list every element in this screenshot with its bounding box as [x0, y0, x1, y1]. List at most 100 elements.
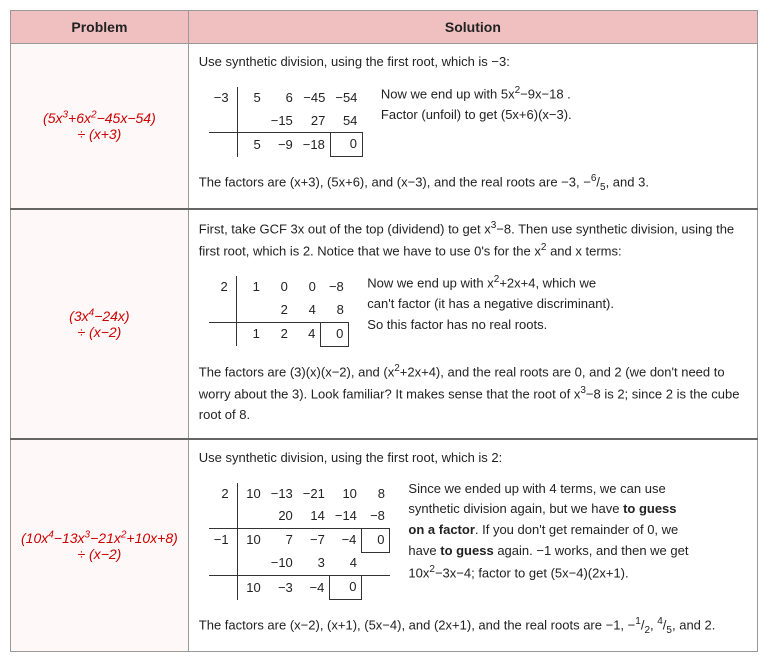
solution-intro: First, take GCF 3x out of the top (divid… [199, 218, 747, 262]
synth-cell: 54 [330, 110, 362, 133]
synth-cell [209, 505, 238, 528]
synth-cell [209, 299, 237, 322]
synth-cell: −8 [321, 276, 349, 299]
synth-note: Since we ended up with 4 terms, we can u… [408, 477, 747, 584]
synth-cell [238, 110, 266, 133]
solution-conclusion: The factors are (x−2), (x+1), (5x−4), an… [199, 614, 747, 639]
synth-cell: −3 [266, 576, 298, 600]
table-row: (10x4−13x3−21x2+10x+8)÷ (x−2) Use synthet… [11, 439, 758, 652]
synth-left: 2 100−82481240 [199, 270, 350, 352]
synth-cell: 4 [293, 322, 321, 346]
synth-cell: −9 [266, 133, 298, 157]
synth-cell: −4 [298, 576, 330, 600]
solution-cell: Use synthetic division, using the first … [188, 439, 757, 652]
synth-note-line: have to guess again. −1 works, and then … [408, 541, 747, 562]
synth-cell: 1 [237, 322, 265, 346]
problem-expression: (3x4−24x) [69, 308, 129, 324]
synth-cell: 7 [266, 529, 298, 553]
main-table: Problem Solution (5x3+6x2−45x−54)÷ (x+3)… [10, 10, 758, 652]
synth-cell: −10 [266, 552, 298, 575]
synth-cell: 10 [238, 529, 266, 553]
synth-cell: 8 [362, 483, 390, 506]
table-row: (5x3+6x2−45x−54)÷ (x+3) Use synthetic div… [11, 44, 758, 210]
synth-cell: 0 [330, 576, 362, 600]
synth-cell [238, 505, 266, 528]
synth-wrapper: −3 56−45−54−1527545−9−180Now we end up w… [199, 81, 747, 163]
problem-cell: (10x4−13x3−21x2+10x+8)÷ (x−2) [11, 439, 189, 652]
synth-cell: −45 [298, 87, 331, 110]
solution-cell: First, take GCF 3x out of the top (divid… [188, 209, 757, 439]
synth-note-line: on a factor. If you don't get remainder … [408, 520, 747, 541]
synth-cell: −15 [266, 110, 298, 133]
synth-left: −3 56−45−54−1527545−9−180 [199, 81, 363, 163]
synth-wrapper: 2 10−13−211082014−14−8−1 107−7−40−103410… [199, 477, 747, 606]
synth-cell: 20 [266, 505, 298, 528]
synth-cell: 2 [265, 322, 293, 346]
synth-cell: 3 [298, 552, 330, 575]
synth-cell: 2 [209, 483, 238, 506]
synth-cell: 0 [265, 276, 293, 299]
synth-cell: −54 [330, 87, 362, 110]
problem-cell: (5x3+6x2−45x−54)÷ (x+3) [11, 44, 189, 210]
synth-cell: 6 [266, 87, 298, 110]
synth-note-line: Now we end up with x2+2x+4, which we [367, 272, 747, 294]
synth-cell: −18 [298, 133, 331, 157]
solution-conclusion: The factors are (x+3), (5x+6), and (x−3)… [199, 171, 747, 196]
problem-header: Problem [11, 11, 189, 44]
synth-cell: −7 [298, 529, 330, 553]
synth-note-line: So this factor has no real roots. [367, 315, 747, 336]
problem-divisor: ÷ (x+3) [77, 126, 121, 142]
synth-cell [209, 576, 238, 600]
synth-cell: 4 [330, 552, 362, 575]
synth-cell: −21 [298, 483, 330, 506]
synth-note-line: Now we end up with 5x2−9x−18 . [381, 83, 747, 105]
synth-cell: 27 [298, 110, 331, 133]
problem-cell: (3x4−24x)÷ (x−2) [11, 209, 189, 439]
solution-intro: Use synthetic division, using the first … [199, 448, 747, 469]
synth-cell [209, 552, 238, 575]
synth-table: 2 100−82481240 [209, 276, 350, 346]
synth-note: Now we end up with 5x2−9x−18 .Factor (un… [381, 81, 747, 126]
synth-left: 2 10−13−211082014−14−8−1 107−7−40−103410… [199, 477, 391, 606]
synth-cell [362, 552, 390, 575]
synth-cell [237, 299, 265, 322]
synth-cell: 8 [321, 299, 349, 322]
synth-cell: 0 [293, 276, 321, 299]
problem-divisor: ÷ (x−2) [77, 324, 121, 340]
solution-header: Solution [188, 11, 757, 44]
synth-cell: 10 [238, 483, 266, 506]
synth-cell: 2 [265, 299, 293, 322]
synth-cell: 5 [238, 87, 266, 110]
synth-note-line: can't factor (it has a negative discrimi… [367, 294, 747, 315]
synth-table: 2 10−13−211082014−14−8−1 107−7−40−103410… [209, 483, 391, 600]
synth-cell: 0 [362, 529, 390, 553]
synth-cell: 0 [321, 322, 349, 346]
problem-expression: (10x4−13x3−21x2+10x+8) [21, 530, 178, 546]
synth-note-line: 10x2−3x−4; factor to get (5x−4)(2x+1). [408, 562, 747, 584]
synth-cell [209, 133, 238, 157]
solution-intro: Use synthetic division, using the first … [199, 52, 747, 73]
synth-cell: −14 [330, 505, 362, 528]
synth-cell [362, 576, 390, 600]
synth-cell: 1 [237, 276, 265, 299]
synth-cell: 2 [209, 276, 237, 299]
synth-cell: −3 [209, 87, 238, 110]
synth-cell [238, 552, 266, 575]
problem-divisor: ÷ (x−2) [77, 546, 121, 562]
synth-cell [209, 322, 237, 346]
synth-cell: −13 [266, 483, 298, 506]
synth-cell: 10 [330, 483, 362, 506]
synth-note-line: Since we ended up with 4 terms, we can u… [408, 479, 747, 500]
solution-cell: Use synthetic division, using the first … [188, 44, 757, 210]
synth-cell: 14 [298, 505, 330, 528]
synth-cell: 10 [238, 576, 266, 600]
problem-expression: (5x3+6x2−45x−54) [43, 110, 156, 126]
synth-wrapper: 2 100−82481240Now we end up with x2+2x+4… [199, 270, 747, 352]
synth-cell: −8 [362, 505, 390, 528]
synth-cell: −1 [209, 529, 238, 553]
synth-cell: 4 [293, 299, 321, 322]
synth-cell [209, 110, 238, 133]
synth-note-line: Factor (unfoil) to get (5x+6)(x−3). [381, 105, 747, 126]
synth-cell: −4 [330, 529, 362, 553]
table-row: (3x4−24x)÷ (x−2)First, take GCF 3x out o… [11, 209, 758, 439]
